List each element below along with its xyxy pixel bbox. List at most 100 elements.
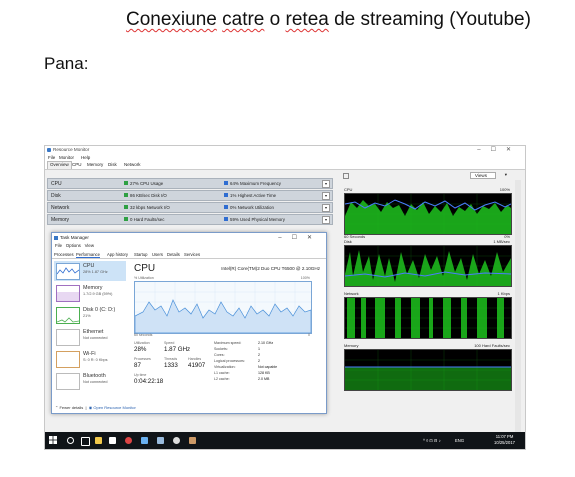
tab-services[interactable]: Services (184, 252, 200, 257)
sidebar-item-memory[interactable]: Memory 1.7/2.9 GB (59%) (54, 283, 126, 303)
disk-thumbnail (56, 307, 80, 324)
taskbar: ^ ◊ ⊡ ⊟ ♪ ENG 11:07 PM 10/25/2017 (45, 432, 525, 449)
chevron-down-icon[interactable]: ▾ (322, 180, 330, 188)
scrollbar[interactable] (515, 180, 521, 442)
menu-help[interactable]: Help (81, 155, 90, 160)
windows-start-icon[interactable] (49, 436, 57, 444)
language-indicator[interactable]: ENG (455, 438, 464, 443)
sidebar-item-bluetooth[interactable]: Bluetooth Not connected (54, 371, 126, 391)
sidebar-item-ethernet[interactable]: Ethernet Not connected (54, 327, 126, 347)
detail-value: 128 KB (258, 371, 270, 375)
window-controls[interactable]: –☐✕ (477, 146, 521, 153)
tab-overview[interactable]: Overview (47, 161, 72, 169)
processor-name: Intel(R) Core(TM)2 Duo CPU T6500 @ 2.10G… (221, 266, 320, 271)
sidebar-item-sub: 21% (83, 314, 91, 318)
task-manager-icon[interactable] (157, 437, 164, 444)
resource-monitor-icon[interactable] (141, 437, 148, 444)
app-icon[interactable] (173, 437, 180, 444)
sidebar-item-label: Memory (83, 285, 103, 291)
performance-sidebar: CPU 28% 1.87 GHz Memory 1.7/2.9 GB (59%)… (54, 261, 126, 403)
chevron-down-icon[interactable]: ▾ (505, 172, 507, 178)
file-explorer-icon[interactable] (95, 437, 102, 444)
clock-date: 10/25/2017 (494, 440, 515, 445)
tab-memory[interactable]: Memory (85, 162, 105, 167)
fewer-details-link[interactable]: Fewer details (59, 405, 83, 410)
sidebar-item-wifi[interactable]: Wi-Fi S: 0 R: 0 Kbps (54, 349, 126, 369)
menu-monitor[interactable]: Monitor (59, 155, 74, 160)
sidebar-item-label: Wi-Fi (83, 351, 96, 357)
detail-key: Virtualization: (214, 365, 236, 369)
chevron-up-icon[interactable]: ⌃ (55, 405, 58, 410)
open-resource-monitor-link[interactable]: Open Resource Monitor (93, 405, 135, 410)
chevron-down-icon[interactable]: ▾ (322, 192, 330, 200)
views-button[interactable]: Views (469, 172, 496, 179)
window-controls[interactable]: –☐✕ (278, 234, 322, 241)
graph-name: CPU (344, 187, 353, 192)
chrome-icon[interactable] (125, 437, 132, 444)
section-cpu[interactable]: CPU 27% CPU Usage 64% Maximum Frequency … (47, 178, 333, 189)
tray-icons[interactable]: ^ ◊ ⊡ ⊟ ♪ (423, 438, 441, 443)
green-indicator-icon (124, 217, 128, 221)
sidebar-item-sub: Not connected (83, 336, 108, 340)
clock[interactable]: 11:07 PM 10/25/2017 (494, 434, 515, 446)
tab-app-history[interactable]: App history (107, 252, 128, 257)
graph-name: Memory (344, 343, 359, 348)
store-icon[interactable] (109, 437, 116, 444)
menu-view[interactable]: View (85, 243, 94, 248)
blue-indicator-icon (224, 181, 228, 185)
task-view-icon[interactable] (81, 437, 90, 446)
section-stat: 32 kbps Network I/O (130, 205, 170, 210)
green-indicator-icon (124, 181, 128, 185)
tab-users[interactable]: Users (152, 252, 163, 257)
sidebar-item-disk[interactable]: Disk 0 (C: D:) 21% (54, 305, 126, 325)
stat-label: Processes (134, 357, 151, 361)
tab-disk[interactable]: Disk (106, 162, 119, 167)
section-name: Disk (51, 193, 61, 199)
chevron-down-icon[interactable]: ▾ (322, 216, 330, 224)
tab-startup[interactable]: Startup (134, 252, 148, 257)
detail-value: 1 (258, 347, 260, 351)
window-title: Resource Monitor (53, 147, 90, 152)
menu-file[interactable]: File (55, 243, 62, 248)
stat-label: Threads (164, 357, 178, 361)
stat-label: Utilization (134, 341, 150, 345)
sidebar-item-cpu[interactable]: CPU 28% 1.87 GHz (54, 261, 126, 281)
detail-value: 2.0 MB (258, 377, 270, 381)
tab-performance[interactable]: Performance (76, 252, 100, 258)
sidebar-item-label: Bluetooth (83, 373, 106, 379)
stat-value: 87 (134, 362, 141, 369)
section-stat: 1% Highest Active Time (230, 193, 277, 198)
blue-indicator-icon (224, 205, 228, 209)
menu-file[interactable]: File (48, 155, 55, 160)
stat-value: 41907 (188, 362, 206, 369)
title-word: streaming (360, 9, 444, 30)
task-manager-tabs: Processes Performance App history Startu… (52, 251, 326, 259)
search-icon[interactable] (67, 437, 74, 444)
sidebar-item-sub: Not connected (83, 380, 108, 384)
zero-label: 0 (308, 333, 310, 337)
section-disk[interactable]: Disk 86 KB/sec Disk I/O 1% Highest Activ… (47, 190, 333, 201)
tab-processes[interactable]: Processes (54, 252, 74, 257)
section-memory[interactable]: Memory 0 Hard Faults/sec 59% Used Physic… (47, 214, 333, 225)
ethernet-thumbnail (56, 329, 80, 346)
memory-graph (344, 349, 512, 391)
menu-options[interactable]: Options (66, 243, 81, 248)
stat-value: 28% (134, 346, 147, 353)
expand-icon[interactable] (343, 173, 349, 179)
cpu-utilization-graph (134, 281, 312, 334)
section-network[interactable]: Network 32 kbps Network I/O 0% Network U… (47, 202, 333, 213)
memory-thumbnail (56, 285, 80, 302)
sidebar-item-sub: S: 0 R: 0 Kbps (83, 358, 108, 362)
wifi-thumbnail (56, 351, 80, 368)
graph-name: Network (344, 291, 359, 296)
tab-network[interactable]: Network (122, 162, 143, 167)
tab-cpu[interactable]: CPU (70, 162, 84, 167)
detail-value: 2 (258, 353, 260, 357)
chevron-down-icon[interactable]: ▾ (322, 204, 330, 212)
detail-key: Cores: (214, 353, 225, 357)
app-icon[interactable] (189, 437, 196, 444)
tab-details[interactable]: Details (167, 252, 180, 257)
section-stat: 59% Used Physical Memory (230, 217, 285, 222)
sidebar-item-label: Disk 0 (C: D:) (83, 307, 116, 313)
section-stat: 27% CPU Usage (130, 181, 164, 186)
